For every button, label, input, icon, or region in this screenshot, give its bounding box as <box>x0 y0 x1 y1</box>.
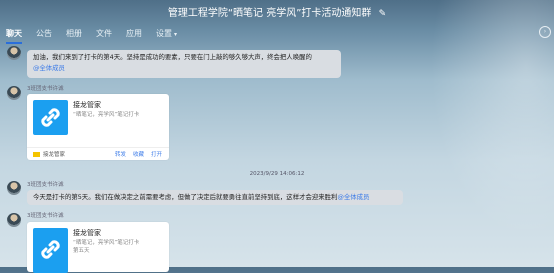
group-title-text: 管理工程学院“晒笔记 亮学风”打卡活动通知群 <box>167 8 372 19</box>
mini-program-card[interactable]: 接龙管家 “晒笔记，亮学风”笔记打卡第五天 <box>27 222 169 273</box>
group-title: 管理工程学院“晒笔记 亮学风”打卡活动通知群 ✎ <box>0 4 554 19</box>
sender-name: 3班团支书许诚 <box>27 213 64 219</box>
tab-files[interactable]: 文件 <box>96 28 112 39</box>
active-tab-indicator <box>6 42 22 44</box>
tab-announcement[interactable]: 公告 <box>36 28 52 39</box>
tab-settings-label: 设置 <box>156 29 172 38</box>
message-text: 今天是打卡的第5天。我们在做决定之前需要考虑，但做了决定后就要勇往直前坚持到底，… <box>33 193 338 201</box>
card-title: 接龙管家 <box>73 229 101 237</box>
tab-chat[interactable]: 聊天 <box>6 28 22 39</box>
card-source: 接龙管家 <box>33 150 65 158</box>
tab-album[interactable]: 相册 <box>66 28 82 39</box>
mini-program-card[interactable]: 接龙管家 “晒笔记，亮学风”笔记打卡 接龙管家 转发 收藏 打开 <box>27 94 169 160</box>
link-icon <box>33 100 68 135</box>
message-timestamp: 2023/9/29 14:06:12 <box>249 171 305 177</box>
favorite-button[interactable]: 收藏 <box>133 150 144 158</box>
sender-name: 3班团支书许诚 <box>27 86 64 92</box>
message-text: 加油，我们来到了打卡的第4天。坚持是成功的要素，只要在门上敲的够久够大声，终会把… <box>33 53 312 61</box>
card-title: 接龙管家 <box>73 101 101 109</box>
edit-pencil-icon[interactable]: ✎ <box>379 9 387 19</box>
card-source-label: 接龙管家 <box>43 152 66 158</box>
card-description: “晒笔记，亮学风”笔记打卡第五天 <box>73 240 140 254</box>
chevron-down-icon: ▾ <box>174 31 178 38</box>
avatar[interactable] <box>7 213 21 227</box>
card-description: “晒笔记，亮学风”笔记打卡 <box>73 112 140 118</box>
tab-apps[interactable]: 应用 <box>126 28 142 39</box>
title-bar: 管理工程学院“晒笔记 亮学风”打卡活动通知群 ✎ <box>0 0 554 22</box>
open-button[interactable]: 打开 <box>151 150 162 158</box>
card-footer: 接龙管家 转发 收藏 打开 <box>27 147 169 160</box>
avatar[interactable] <box>7 86 21 100</box>
app-logo-icon <box>33 152 40 157</box>
avatar[interactable] <box>7 46 21 60</box>
link-icon <box>33 228 68 273</box>
forward-button[interactable]: 转发 <box>115 150 126 158</box>
avatar[interactable] <box>7 181 21 195</box>
group-tabs: 聊天 公告 相册 文件 应用 设置 ▾ <box>0 24 554 44</box>
chevron-right-icon[interactable]: › <box>539 26 551 38</box>
message-bubble: 加油，我们来到了打卡的第4天。坚持是成功的要素，只要在门上敲的够久够大声，终会把… <box>27 50 341 78</box>
mention-link[interactable]: @全体成员 <box>337 193 369 201</box>
tab-settings[interactable]: 设置 ▾ <box>156 28 177 39</box>
sender-name: 3班团支书许诚 <box>27 182 64 188</box>
mention-link[interactable]: @全体成员 <box>33 64 65 72</box>
message-bubble: 今天是打卡的第5天。我们在做决定之前需要考虑，但做了决定后就要勇往直前坚持到底，… <box>27 190 403 205</box>
